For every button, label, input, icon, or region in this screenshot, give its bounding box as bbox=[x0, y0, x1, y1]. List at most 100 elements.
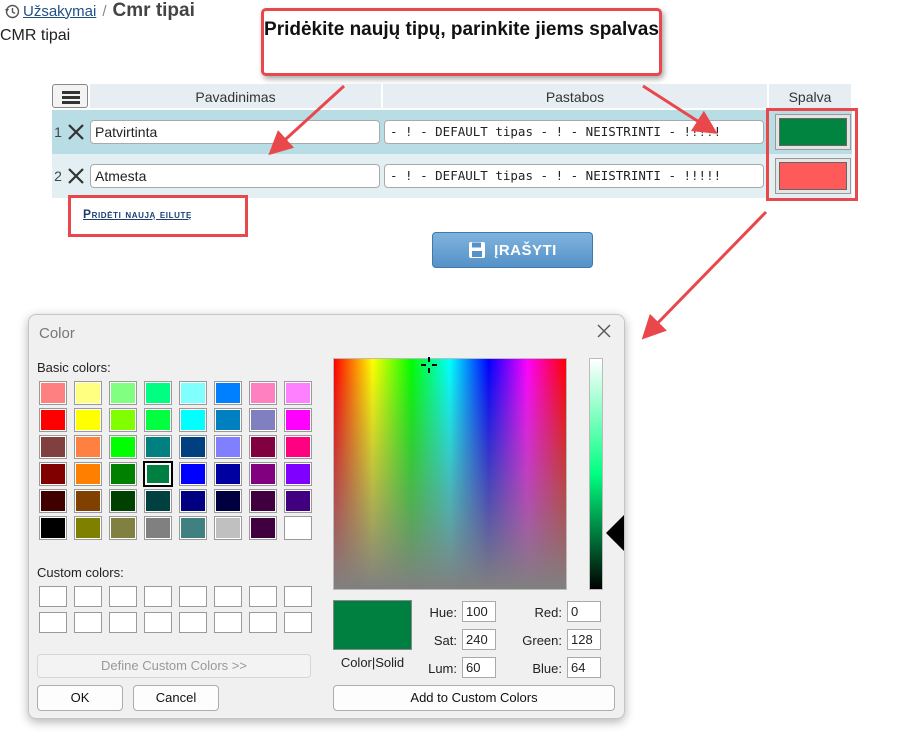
custom-color-swatch[interactable] bbox=[144, 612, 172, 633]
add-row-link[interactable]: Pridėti naują eilutę bbox=[68, 195, 248, 237]
hue-field[interactable]: 100 bbox=[462, 601, 496, 622]
sat-field[interactable]: 240 bbox=[462, 629, 496, 650]
basic-color-swatch[interactable] bbox=[109, 381, 137, 405]
basic-color-swatch[interactable] bbox=[39, 435, 67, 459]
custom-color-swatch[interactable] bbox=[39, 612, 67, 633]
notes-field[interactable]: - ! - DEFAULT tipas - ! - NEISTRINTI - !… bbox=[384, 120, 764, 144]
basic-color-swatch[interactable] bbox=[214, 408, 242, 432]
crosshair-icon bbox=[421, 357, 437, 373]
instruction-callout: Pridėkite naujų tipų, parinkite jiems sp… bbox=[261, 8, 662, 76]
basic-color-swatch[interactable] bbox=[74, 516, 102, 540]
basic-color-swatch[interactable] bbox=[179, 435, 207, 459]
name-field[interactable]: Atmesta bbox=[90, 164, 380, 188]
blue-label: Blue: bbox=[532, 661, 562, 676]
basic-color-swatch[interactable] bbox=[39, 462, 67, 486]
basic-color-swatch[interactable] bbox=[74, 381, 102, 405]
custom-color-swatch[interactable] bbox=[284, 586, 312, 607]
basic-color-swatch[interactable] bbox=[249, 462, 277, 486]
basic-color-swatch[interactable] bbox=[249, 408, 277, 432]
custom-color-swatch[interactable] bbox=[284, 612, 312, 633]
basic-color-swatch[interactable] bbox=[214, 516, 242, 540]
delete-icon[interactable] bbox=[66, 122, 86, 142]
table-menu-button[interactable] bbox=[52, 84, 88, 108]
basic-color-swatch[interactable] bbox=[144, 516, 172, 540]
color-spectrum[interactable] bbox=[333, 358, 567, 590]
basic-color-swatch[interactable] bbox=[284, 489, 312, 513]
basic-color-swatch[interactable] bbox=[109, 516, 137, 540]
basic-color-swatch[interactable] bbox=[214, 435, 242, 459]
color-dialog: Color Basic colors: Custom colors: Defin… bbox=[28, 314, 625, 719]
basic-color-swatch[interactable] bbox=[284, 381, 312, 405]
basic-color-swatch[interactable] bbox=[284, 462, 312, 486]
basic-color-swatch[interactable] bbox=[109, 408, 137, 432]
save-button[interactable]: ĮRAŠYTI bbox=[432, 232, 593, 268]
basic-color-swatch[interactable] bbox=[39, 516, 67, 540]
define-custom-colors-button[interactable]: Define Custom Colors >> bbox=[37, 654, 311, 678]
custom-color-swatch[interactable] bbox=[39, 586, 67, 607]
basic-color-swatch[interactable] bbox=[214, 462, 242, 486]
red-field[interactable]: 0 bbox=[567, 601, 601, 622]
notes-field[interactable]: - ! - DEFAULT tipas - ! - NEISTRINTI - !… bbox=[384, 164, 764, 188]
custom-color-swatch[interactable] bbox=[179, 586, 207, 607]
breadcrumb-link-uzsakymai[interactable]: Užsakymai bbox=[23, 3, 96, 20]
luminance-slider[interactable] bbox=[589, 358, 603, 590]
custom-color-swatch[interactable] bbox=[249, 612, 277, 633]
basic-color-swatch[interactable] bbox=[179, 462, 207, 486]
basic-color-swatch[interactable] bbox=[39, 408, 67, 432]
hue-label: Hue: bbox=[429, 605, 457, 620]
basic-color-swatch[interactable] bbox=[109, 489, 137, 513]
custom-color-swatch[interactable] bbox=[214, 612, 242, 633]
basic-color-swatch[interactable] bbox=[74, 408, 102, 432]
basic-color-swatch[interactable] bbox=[179, 408, 207, 432]
custom-color-swatch[interactable] bbox=[144, 586, 172, 607]
custom-color-swatch[interactable] bbox=[74, 612, 102, 633]
name-field[interactable]: Patvirtinta bbox=[90, 120, 380, 144]
basic-color-swatch[interactable] bbox=[284, 435, 312, 459]
basic-color-swatch[interactable] bbox=[74, 435, 102, 459]
custom-color-swatch[interactable] bbox=[214, 586, 242, 607]
basic-color-swatch[interactable] bbox=[109, 462, 137, 486]
basic-color-swatch[interactable] bbox=[144, 489, 172, 513]
basic-color-swatch[interactable] bbox=[144, 435, 172, 459]
basic-color-swatch[interactable] bbox=[74, 489, 102, 513]
basic-color-swatch[interactable] bbox=[144, 381, 172, 405]
basic-colors-label: Basic colors: bbox=[37, 360, 111, 375]
basic-color-swatch[interactable] bbox=[214, 489, 242, 513]
blue-field[interactable]: 64 bbox=[567, 657, 601, 678]
basic-color-swatch[interactable] bbox=[179, 381, 207, 405]
custom-color-swatch[interactable] bbox=[249, 586, 277, 607]
basic-color-swatch[interactable] bbox=[284, 516, 312, 540]
page-title: Cmr tipai bbox=[112, 0, 195, 21]
basic-color-swatch[interactable] bbox=[39, 489, 67, 513]
basic-color-swatch[interactable] bbox=[284, 408, 312, 432]
custom-color-swatch[interactable] bbox=[109, 612, 137, 633]
lum-label: Lum: bbox=[428, 661, 457, 676]
lum-field[interactable]: 60 bbox=[462, 657, 496, 678]
basic-color-swatch[interactable] bbox=[109, 435, 137, 459]
breadcrumb: Užsakymai / Cmr tipai bbox=[4, 0, 195, 22]
green-field[interactable]: 128 bbox=[567, 629, 601, 650]
basic-color-swatch[interactable] bbox=[179, 489, 207, 513]
dialog-title: Color bbox=[39, 325, 75, 342]
basic-color-swatch[interactable] bbox=[249, 516, 277, 540]
basic-color-swatch[interactable] bbox=[214, 381, 242, 405]
column-header-name: Pavadinimas bbox=[90, 84, 382, 108]
close-icon[interactable] bbox=[596, 323, 612, 339]
add-to-custom-colors-button[interactable]: Add to Custom Colors bbox=[333, 685, 615, 711]
basic-color-swatch[interactable] bbox=[249, 381, 277, 405]
basic-color-swatch[interactable] bbox=[249, 435, 277, 459]
delete-icon[interactable] bbox=[66, 166, 86, 186]
custom-color-swatch[interactable] bbox=[179, 612, 207, 633]
basic-color-swatch[interactable] bbox=[74, 462, 102, 486]
ok-button[interactable]: OK bbox=[37, 685, 123, 711]
luminance-arrow-icon[interactable] bbox=[606, 515, 624, 551]
basic-color-swatch[interactable] bbox=[39, 381, 67, 405]
custom-color-swatch[interactable] bbox=[109, 586, 137, 607]
basic-color-swatch[interactable] bbox=[179, 516, 207, 540]
basic-color-swatch[interactable] bbox=[144, 408, 172, 432]
cancel-button[interactable]: Cancel bbox=[133, 685, 219, 711]
basic-color-swatch[interactable] bbox=[249, 489, 277, 513]
basic-color-swatch[interactable] bbox=[143, 461, 173, 487]
custom-color-swatch[interactable] bbox=[74, 586, 102, 607]
floppy-icon bbox=[469, 242, 486, 258]
